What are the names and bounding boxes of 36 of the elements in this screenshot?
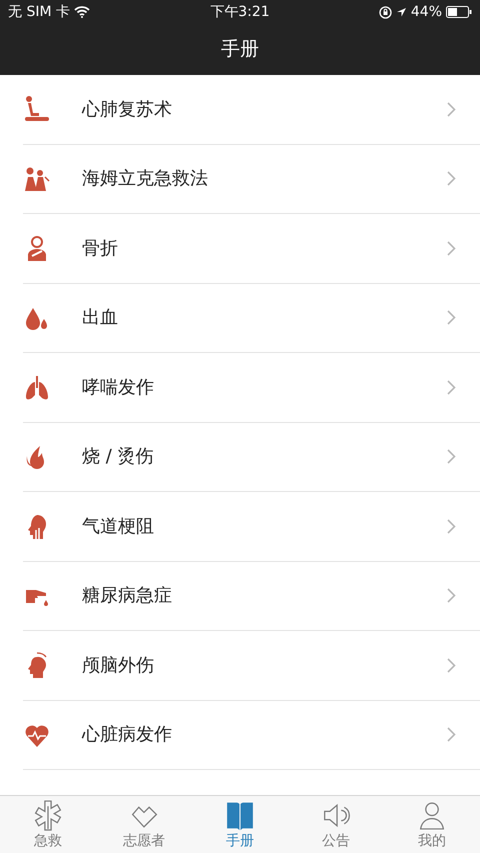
tab[interactable]: 志愿者 — [96, 796, 192, 853]
list-item-label[interactable]: 心脏病发作 — [82, 721, 172, 748]
chevron-right-icon — [447, 310, 456, 326]
carrier-text: 无 SIM 卡 — [8, 2, 70, 22]
list-item-label[interactable]: 烧 / 烫伤 — [82, 443, 154, 470]
list-item-label[interactable]: 气道梗阻 — [82, 512, 154, 540]
page-title: 手册 — [221, 37, 259, 62]
lungs-icon — [23, 373, 51, 402]
tab[interactable]: 我的 — [384, 796, 480, 853]
star-of-life-icon — [33, 799, 63, 831]
chevron-right-icon — [447, 658, 456, 673]
wifi-icon — [74, 6, 90, 18]
chevron-right-icon — [447, 449, 456, 464]
battery-icon — [446, 6, 472, 18]
list-item-label[interactable]: 出血 — [82, 304, 118, 332]
list-item-label[interactable]: 海姆立克急救法 — [82, 165, 208, 192]
chevron-right-icon — [447, 240, 456, 256]
chevron-right-icon — [447, 727, 456, 742]
clock-text: 下午3:21 — [210, 2, 270, 22]
rotation-lock-icon — [378, 6, 392, 18]
list-item-label[interactable]: 糖尿病急症 — [82, 582, 172, 610]
list-item-label[interactable]: 骨折 — [82, 234, 118, 262]
chevron-right-icon — [447, 588, 456, 604]
list-item-label[interactable]: 哮喘发作 — [82, 374, 154, 401]
two-people-icon — [23, 164, 51, 193]
list-item-label[interactable]: 心肺复苏术 — [82, 96, 172, 123]
battery-text: 44% — [410, 2, 442, 22]
tab[interactable]: 手册 — [192, 796, 288, 853]
chevron-right-icon — [447, 380, 456, 395]
list-item-label[interactable]: 颅脑外伤 — [82, 652, 154, 679]
location-arrow-icon — [396, 6, 407, 18]
chevron-right-icon — [447, 171, 456, 186]
chevron-right-icon — [447, 102, 456, 117]
chevron-right-icon — [447, 518, 456, 534]
tab[interactable]: 公告 — [288, 796, 384, 853]
tab[interactable]: 急救 — [0, 796, 96, 853]
